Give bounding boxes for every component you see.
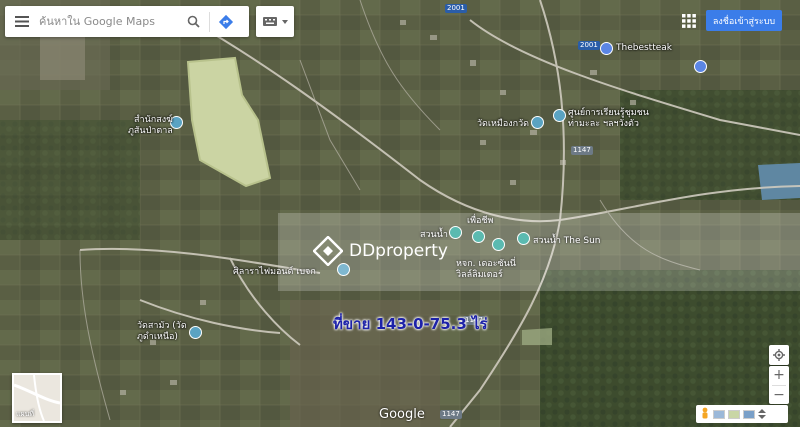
search-input[interactable]: [39, 9, 177, 34]
zoom-out-button[interactable]: −: [769, 386, 789, 405]
ddproperty-watermark: DDproperty: [313, 236, 448, 266]
place-label-wat-muang[interactable]: วัดเหมืองกวัด: [477, 119, 529, 130]
expand-icon[interactable]: [758, 409, 766, 419]
listing-price-text: ที่ขาย 143-0-75.3 ไร่: [333, 315, 488, 333]
keyboard-icon: [262, 17, 277, 26]
my-location-button[interactable]: [769, 345, 789, 365]
place-label-community-center[interactable]: ศูนย์การเรียนรู้ชุมชน ท่ามะละ ฯลฯวังตัว: [568, 108, 649, 130]
pegman-icon[interactable]: [700, 407, 710, 421]
target-icon: [773, 349, 785, 361]
directions-diamond-icon[interactable]: [210, 6, 242, 37]
map-type-toggle[interactable]: แผนที่: [12, 373, 62, 423]
caret-down-icon: [281, 19, 288, 24]
minimap-label: แผนที่: [16, 410, 35, 418]
hamburger-icon[interactable]: [5, 6, 39, 37]
route-shield: 2001: [578, 41, 600, 50]
imagery-thumb[interactable]: [713, 409, 725, 419]
route-shield: 1147: [440, 410, 462, 419]
search-box: [5, 6, 249, 37]
route-shield: 2001: [445, 4, 467, 13]
temple-pin-icon[interactable]: [531, 116, 544, 129]
signin-button[interactable]: ลงชื่อเข้าสู่ระบบ: [706, 10, 782, 31]
google-logo: Google: [379, 407, 425, 422]
magnifier-icon[interactable]: [177, 6, 209, 37]
grid-icon[interactable]: [681, 13, 697, 29]
route-shield: 1147: [571, 146, 593, 155]
imagery-thumb[interactable]: [728, 409, 740, 419]
place-label-samnak[interactable]: สำนักสงฆ์ ภูสันป่าตาล: [128, 115, 173, 137]
ddproperty-logo-icon: [313, 236, 343, 266]
zoom-controls: + −: [769, 366, 789, 404]
place-label-thebestteak[interactable]: Thebestteak: [616, 43, 672, 54]
place-label-wat-samua[interactable]: วัดสามัว (วัด ภูดำเหนือ): [137, 321, 187, 343]
place-pin-icon[interactable]: [694, 60, 707, 73]
watermark-text: DDproperty: [349, 241, 448, 261]
imagery-thumb[interactable]: [743, 409, 755, 419]
temple-pin-icon[interactable]: [189, 326, 202, 339]
zoom-in-button[interactable]: +: [769, 366, 789, 385]
input-tools-button[interactable]: [256, 6, 294, 37]
school-pin-icon[interactable]: [553, 109, 566, 122]
bottom-toolbar: [696, 405, 788, 423]
place-pin-icon[interactable]: [600, 42, 613, 55]
